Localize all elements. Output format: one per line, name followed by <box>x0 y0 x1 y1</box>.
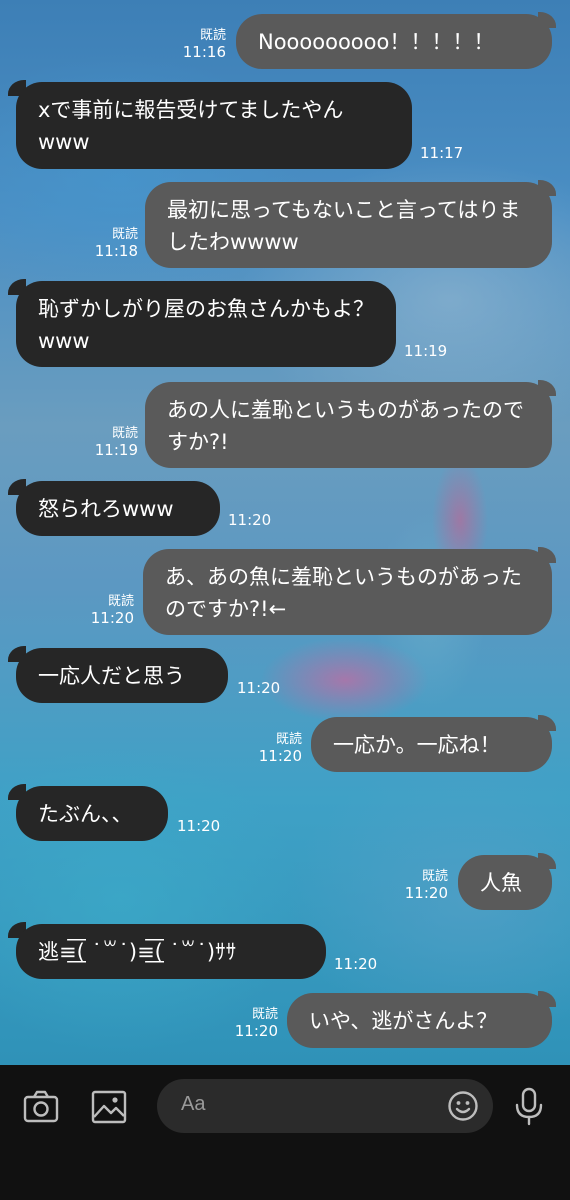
message-text: 怒られろwww <box>38 497 174 521</box>
read-receipt: 既読 11:20 <box>256 731 302 765</box>
message-bubble-outgoing[interactable]: あの人に羞恥というものがあったのですか?! <box>145 382 552 468</box>
emoji-icon[interactable] <box>447 1090 479 1122</box>
message-bubble-incoming[interactable]: xで事前に報告受けてましたやんwww <box>16 82 412 169</box>
message-text: xで事前に報告受けてましたやんwww <box>38 98 344 154</box>
read-receipt: 既読 11:20 <box>232 1006 278 1040</box>
message-text: あ、あの魚に羞恥というものがあったのですか?!← <box>165 565 522 621</box>
message-text: 最初に思ってもないこと言ってはりましたわwwww <box>167 198 521 254</box>
read-receipt: 既読 11:19 <box>92 425 138 459</box>
message-text: あの人に羞恥というものがあったのですか?! <box>167 398 524 454</box>
read-label: 既読 <box>111 227 138 242</box>
message-bubble-outgoing[interactable]: Nooooooooo！！！！！ <box>236 14 552 69</box>
message-time: 11:17 <box>420 144 464 162</box>
message-bubble-incoming[interactable]: 一応人だと思う <box>16 648 228 703</box>
read-label: 既読 <box>111 426 138 441</box>
message-time: 11:20 <box>237 679 281 697</box>
message-bubble-outgoing[interactable]: 一応か。一応ね！ <box>311 717 552 772</box>
message-time: 11:16 <box>182 43 226 61</box>
microphone-icon[interactable] <box>512 1086 546 1126</box>
message-time: 11:18 <box>94 242 138 260</box>
message-text: 人魚 <box>480 871 522 895</box>
message-text: 恥ずかしがり屋のお魚さんかもよ？www <box>38 297 374 353</box>
message-time: 11:19 <box>404 342 448 360</box>
read-label: 既読 <box>199 28 226 43</box>
read-label: 既読 <box>275 732 302 747</box>
message-time: 11:20 <box>228 511 272 529</box>
message-text: たぶん、、 <box>38 802 133 826</box>
message-time: 11:19 <box>94 441 138 459</box>
read-label: 既読 <box>107 594 134 609</box>
read-receipt: 既読 11:16 <box>180 27 226 61</box>
message-text: いや、逃がさんよ？ <box>309 1009 498 1033</box>
read-receipt: 既読 11:20 <box>402 868 448 902</box>
image-icon[interactable] <box>90 1088 128 1126</box>
message-text: 一応か。一応ね！ <box>333 733 501 757</box>
message-text: 逃≡͟͟͞͞( ˙꒳˙)≡͟͟͞͞( ˙꒳˙)ｻｻ <box>38 940 237 964</box>
message-time: 11:20 <box>258 747 302 765</box>
message-bubble-outgoing[interactable]: 最初に思ってもないこと言ってはりましたわwwww <box>145 182 552 268</box>
message-input-placeholder: Aa <box>181 1093 206 1115</box>
message-time: 11:20 <box>177 817 221 835</box>
message-bubble-incoming[interactable]: たぶん、、 <box>16 786 168 841</box>
camera-icon[interactable] <box>22 1088 60 1126</box>
message-text: Nooooooooo！！！！！ <box>258 30 495 54</box>
message-bubble-outgoing[interactable]: あ、あの魚に羞恥というものがあったのですか?!← <box>143 549 552 635</box>
message-time: 11:20 <box>404 884 448 902</box>
message-input[interactable]: Aa <box>157 1079 493 1133</box>
read-label: 既読 <box>251 1007 278 1022</box>
message-bubble-incoming[interactable]: 逃≡͟͟͞͞( ˙꒳˙)≡͟͟͞͞( ˙꒳˙)ｻｻ <box>16 924 326 979</box>
read-label: 既読 <box>421 869 448 884</box>
read-receipt: 既読 11:20 <box>88 593 134 627</box>
read-receipt: 既読 11:18 <box>92 226 138 260</box>
message-bubble-outgoing[interactable]: 人魚 <box>458 855 552 910</box>
message-bubble-outgoing[interactable]: いや、逃がさんよ？ <box>287 993 552 1048</box>
message-text: 一応人だと思う <box>38 664 185 688</box>
message-bubble-incoming[interactable]: 恥ずかしがり屋のお魚さんかもよ？www <box>16 281 396 367</box>
message-bubble-incoming[interactable]: 怒られろwww <box>16 481 220 536</box>
message-time: 11:20 <box>90 609 134 627</box>
message-time: 11:20 <box>334 955 378 973</box>
message-time: 11:20 <box>234 1022 278 1040</box>
